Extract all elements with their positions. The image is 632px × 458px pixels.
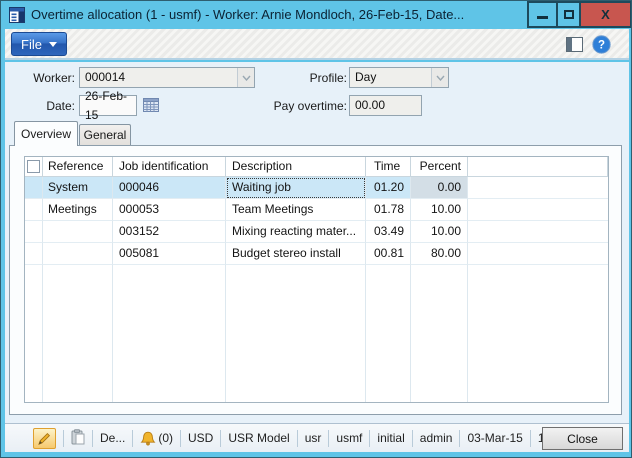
status-currency[interactable]: USD [188,431,213,445]
cell-description[interactable]: Team Meetings [226,199,366,221]
table-row[interactable]: 003152 Mixing reacting mater... 03.49 10… [25,221,608,243]
maximize-icon [564,10,574,19]
date-value: 26-Feb-15 [85,87,136,125]
svg-text:?: ? [598,40,605,52]
statusbar: De... (0) USD USR Model usr usmf initial… [5,423,629,452]
tab-general[interactable]: General [79,124,131,146]
table-row[interactable]: 005081 Budget stereo install 00.81 80.00 [25,243,608,265]
profile-dropdown-button[interactable] [431,68,448,87]
minimize-button[interactable] [527,1,558,28]
worker-label: Worker: [9,70,75,86]
form-content: Worker: 000014 Profile: Day Date: 26-Feb… [5,62,629,423]
cell-reference[interactable]: System [43,177,113,199]
profile-value: Day [355,68,431,87]
status-date[interactable]: 03-Mar-15 [467,431,522,445]
cell-reference[interactable] [43,221,113,243]
cell-time[interactable]: 03.49 [366,221,411,243]
row-select-cell[interactable] [25,221,43,243]
column-header-description[interactable]: Description [226,157,366,177]
status-user[interactable]: admin [420,431,453,445]
cell-job-identification[interactable]: 003152 [113,221,226,243]
cell-time[interactable]: 01.20 [366,177,411,199]
worker-value: 000014 [85,68,237,87]
table-row[interactable]: Meetings 000053 Team Meetings 01.78 10.0… [25,199,608,221]
calendar-icon[interactable] [142,96,160,114]
row-select-cell[interactable] [25,177,43,199]
column-header-reference[interactable]: Reference [43,157,113,177]
row-select-cell[interactable] [25,243,43,265]
pay-overtime-field[interactable]: 00.00 [349,95,422,116]
cell-reference[interactable]: Meetings [43,199,113,221]
alerts-count: (0) [158,431,173,445]
grid-header-row: Reference Job identification Description… [25,157,608,177]
status-layer[interactable]: initial [377,431,404,445]
cell-job-identification[interactable]: 005081 [113,243,226,265]
minimize-icon [537,16,548,19]
close-button[interactable]: Close [542,427,623,450]
worker-field[interactable]: 000014 [79,67,255,88]
edit-record-button[interactable] [33,428,56,449]
cell-time[interactable]: 00.81 [366,243,411,265]
grid-empty-area [25,265,608,402]
table-row[interactable]: System 000046 Waiting job 01.20 0.00 [25,177,608,199]
cell-percent[interactable]: 0.00 [411,177,468,199]
pencil-icon [37,431,52,446]
select-all-checkbox[interactable] [27,160,40,173]
cell-description[interactable]: Mixing reacting mater... [226,221,366,243]
overview-tab-panel: Reference Job identification Description… [9,145,622,415]
cell-description[interactable]: Waiting job [226,177,366,199]
date-label: Date: [9,98,75,114]
worker-dropdown-button[interactable] [237,68,254,87]
chevron-down-icon [49,42,57,47]
profile-field[interactable]: Day [349,67,449,88]
titlebar: Overtime allocation (1 - usmf) - Worker:… [1,1,632,29]
window-title: Overtime allocation (1 - usmf) - Worker:… [31,1,521,29]
status-document-label[interactable]: De... [100,431,125,445]
pay-overtime-value: 00.00 [355,96,421,115]
close-window-button[interactable]: X [579,1,632,28]
status-partition[interactable]: usr [305,431,322,445]
maximize-button[interactable] [556,1,581,28]
window-layout-icon[interactable] [566,37,583,52]
overtime-grid: Reference Job identification Description… [24,156,609,403]
row-select-cell[interactable] [25,199,43,221]
cell-description[interactable]: Budget stereo install [226,243,366,265]
date-field[interactable]: 26-Feb-15 [79,95,137,116]
column-header-percent[interactable]: Percent [411,157,468,177]
cell-percent[interactable]: 10.00 [411,221,468,243]
cell-job-identification[interactable]: 000053 [113,199,226,221]
profile-label: Profile: [263,70,347,86]
cell-percent[interactable]: 10.00 [411,199,468,221]
status-model[interactable]: USR Model [228,431,289,445]
bell-icon [140,431,156,446]
help-icon[interactable]: ? [592,35,611,54]
app-icon [9,7,25,23]
overtime-allocation-window: Overtime allocation (1 - usmf) - Worker:… [0,0,632,458]
tab-overview[interactable]: Overview [14,121,78,146]
menubar: File ? [5,29,629,60]
file-menu-label: File [21,37,42,52]
cell-job-identification[interactable]: 000046 [113,177,226,199]
column-header-job-identification[interactable]: Job identification [113,157,226,177]
pay-overtime-label: Pay overtime: [243,98,347,114]
status-company[interactable]: usmf [336,431,362,445]
alerts-indicator[interactable]: (0) [140,431,173,446]
column-header-time[interactable]: Time [366,157,411,177]
file-menu-button[interactable]: File [11,32,67,56]
paste-icon[interactable] [71,429,85,448]
cell-reference[interactable] [43,243,113,265]
cell-percent[interactable]: 80.00 [411,243,468,265]
cell-time[interactable]: 01.78 [366,199,411,221]
